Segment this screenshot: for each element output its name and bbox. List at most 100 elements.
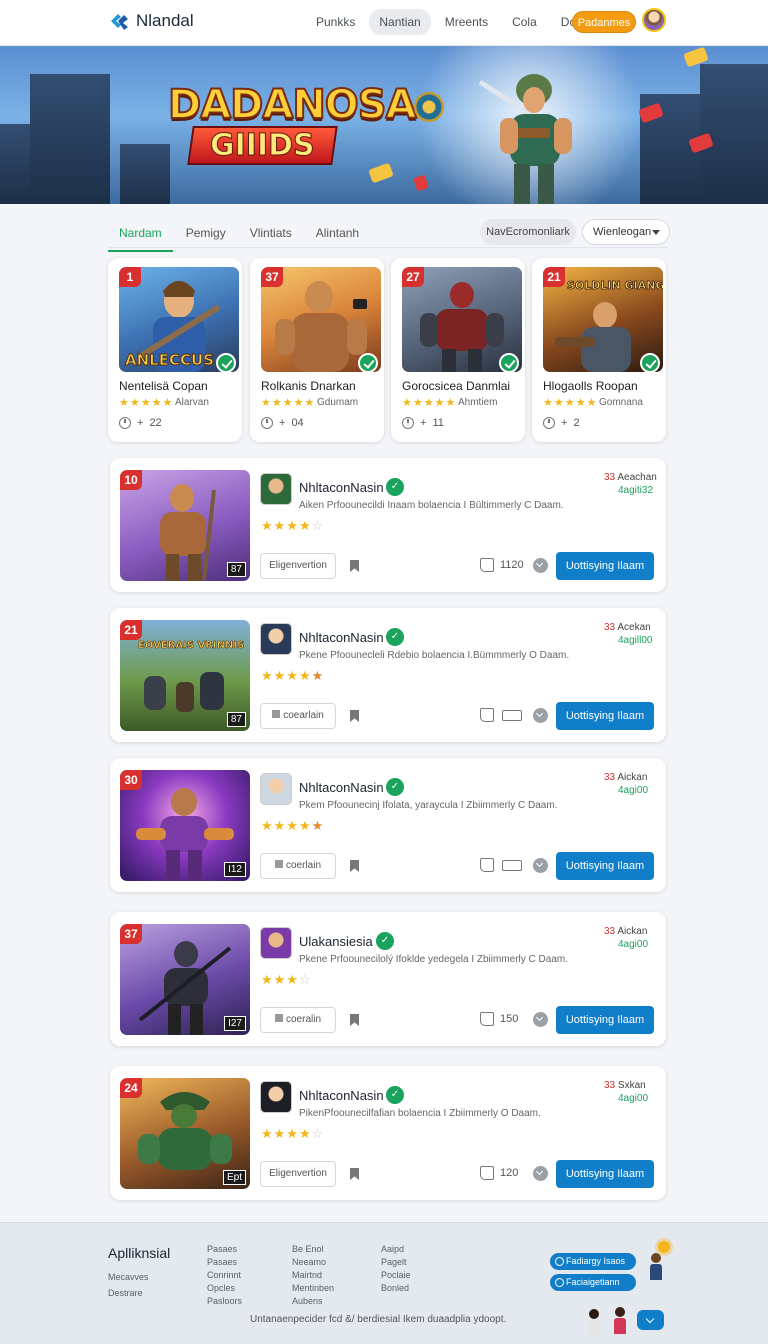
bookmark-icon[interactable]: [350, 1168, 359, 1180]
mascot-head: [589, 1309, 599, 1319]
rank-badge: 30: [120, 770, 142, 790]
secondary-button[interactable]: coeralin: [260, 1007, 336, 1033]
meta-value: 2: [573, 417, 580, 429]
list-item[interactable]: EOVERAIS VRINNIS 21 87 NhltaconNasin ✓ P…: [110, 608, 666, 742]
bookmark-icon[interactable]: [350, 860, 359, 872]
featured-title: Nentelisä Copan: [119, 379, 208, 393]
nav-link-4[interactable]: Cola: [502, 9, 547, 35]
secondary-button[interactable]: coerlain: [260, 853, 336, 879]
thumbs-up-icon[interactable]: [480, 708, 494, 722]
chevron-down-icon[interactable]: [533, 1012, 548, 1027]
meta-plus: +: [137, 417, 144, 429]
secondary-button[interactable]: Eligenvertion: [260, 553, 336, 579]
verified-icon: [216, 353, 236, 373]
footer-link[interactable]: Pasloors: [207, 1295, 242, 1308]
footer-link[interactable]: Poclaie: [381, 1269, 411, 1282]
footer-link[interactable]: Pasaes: [207, 1243, 242, 1256]
nav-cta-button[interactable]: Padanmes: [572, 11, 636, 33]
footer-link[interactable]: Destrare: [108, 1285, 149, 1301]
rating-stars: ★★★★☆: [261, 518, 324, 534]
brand-logo[interactable]: Nlandal: [108, 10, 194, 32]
verified-icon: ✓: [376, 932, 394, 950]
footer-link[interactable]: Neeamo: [292, 1256, 334, 1269]
nav-link-1[interactable]: Punkks: [306, 9, 365, 35]
filter-pill[interactable]: NavEcromonliark: [480, 219, 576, 245]
footer-link[interactable]: Aubens: [292, 1295, 334, 1308]
nav-link-3[interactable]: Mreents: [435, 9, 498, 35]
list-item-title[interactable]: NhltaconNasin: [299, 780, 384, 795]
comment-icon[interactable]: [502, 860, 522, 871]
chat-button[interactable]: [637, 1310, 664, 1330]
sun-icon: [658, 1241, 670, 1253]
comment-icon[interactable]: [502, 710, 522, 721]
list-item-title[interactable]: Ulakansiesia: [299, 934, 373, 949]
chevron-down-icon[interactable]: [533, 708, 548, 723]
primary-button[interactable]: Uottisying Ilaam: [556, 1006, 654, 1034]
list-item[interactable]: 30 I12 NhltaconNasin ✓ Pkem Pfoounecinj …: [110, 758, 666, 892]
rating-stars-filled: ★★★★: [261, 1126, 312, 1141]
mascot-body: [650, 1264, 662, 1280]
avatar: [260, 623, 292, 655]
top-nav: Nlandal Punkks Nantian Mreents Cola Doni…: [0, 0, 768, 46]
primary-button[interactable]: Uottisying Ilaam: [556, 852, 654, 880]
list-item[interactable]: 37 I27 Ulakansiesia ✓ Pkene Prfoounecilo…: [110, 912, 666, 1046]
hero-building: [120, 144, 170, 204]
footer-link[interactable]: Pasaes: [207, 1256, 242, 1269]
chevron-down-icon[interactable]: [533, 858, 548, 873]
footer-column-2: Be Enol Neeamo Mairtnd Mentinben Aubens: [292, 1243, 334, 1308]
footer-link[interactable]: Mairtnd: [292, 1269, 334, 1282]
verified-icon: ✓: [386, 1086, 404, 1104]
footer-link[interactable]: Conrinnt: [207, 1269, 242, 1282]
secondary-button[interactable]: Eligenvertion: [260, 1161, 336, 1187]
chevron-down-icon[interactable]: [533, 558, 548, 573]
list-item-image: 30 I12: [120, 770, 250, 881]
hero-character: [478, 74, 572, 204]
nav-link-2[interactable]: Nantian: [369, 9, 431, 35]
secondary-button[interactable]: coearlain: [260, 703, 336, 729]
rank-number: 33: [604, 472, 616, 483]
featured-card[interactable]: SOLDLIN GIANGE 21 Hlogaolls Roopan ★★★★★…: [532, 258, 666, 442]
thumbs-up-icon[interactable]: [480, 858, 494, 872]
bookmark-icon[interactable]: [350, 710, 359, 722]
featured-meta: + 11: [402, 417, 444, 429]
footer-link[interactable]: Opcles: [207, 1282, 242, 1295]
rank-number: 33: [604, 926, 616, 937]
meta-plus: +: [420, 417, 427, 429]
thumbs-up-icon[interactable]: [480, 558, 494, 572]
footer-app-button-1[interactable]: Fadiargy Isaos: [550, 1253, 636, 1270]
primary-button[interactable]: Uottisying Ilaam: [556, 702, 654, 730]
mascot-head: [615, 1307, 625, 1317]
rank-label: Sxkan: [617, 1080, 646, 1091]
list-item[interactable]: 10 87 NhltaconNasin ✓ Aiken Prfoounecild…: [110, 458, 666, 592]
footer-link[interactable]: Bonled: [381, 1282, 411, 1295]
featured-subtitle: Ahmtiem: [458, 397, 498, 408]
thumbs-up-icon[interactable]: [480, 1166, 494, 1180]
featured-card[interactable]: 37 Rolkanis Dnarkan ★★★★★ Gdumam + 04: [250, 258, 384, 442]
chevron-down-icon[interactable]: [533, 1166, 548, 1181]
bookmark-icon[interactable]: [350, 560, 359, 572]
list-item-title[interactable]: NhltaconNasin: [299, 480, 384, 495]
list-item[interactable]: 24 Ept NhltaconNasin ✓ PikenPfoounecilfa…: [110, 1066, 666, 1200]
hero-banner[interactable]: DADANOSA GIIIDS: [0, 46, 768, 204]
thumbs-up-icon[interactable]: [480, 1012, 494, 1026]
featured-card[interactable]: ANLECCUS 1 Nentelisä Copan ★★★★★ Alarvan…: [108, 258, 242, 442]
verified-icon: [499, 353, 519, 373]
footer-link[interactable]: Mecavves: [108, 1269, 149, 1285]
footer-link[interactable]: Pagelt: [381, 1256, 411, 1269]
primary-button[interactable]: Uottisying Ilaam: [556, 1160, 654, 1188]
rating-star-empty: ☆: [298, 972, 312, 987]
list-item-title[interactable]: NhltaconNasin: [299, 1088, 384, 1103]
footer-link[interactable]: Aaipd: [381, 1243, 411, 1256]
footer-link[interactable]: Mentinben: [292, 1282, 334, 1295]
featured-card[interactable]: 27 Gorocsicea Danmlai ★★★★★ Ahmtiem + 11: [391, 258, 525, 442]
meta-plus: +: [561, 417, 568, 429]
footer-link[interactable]: Be Enol: [292, 1243, 334, 1256]
bookmark-icon[interactable]: [350, 1014, 359, 1026]
sort-dropdown[interactable]: Wienleogan: [582, 219, 670, 245]
list-item-title[interactable]: NhltaconNasin: [299, 630, 384, 645]
rank-badge: 10: [120, 470, 142, 490]
user-avatar[interactable]: [642, 8, 666, 32]
primary-button[interactable]: Uottisying Ilaam: [556, 552, 654, 580]
footer-app-button-2[interactable]: Faciaigetiann: [550, 1274, 636, 1291]
list-item-description: Pkene Pfoounecleli Rdebio bolaencia I.Bü…: [299, 650, 570, 661]
